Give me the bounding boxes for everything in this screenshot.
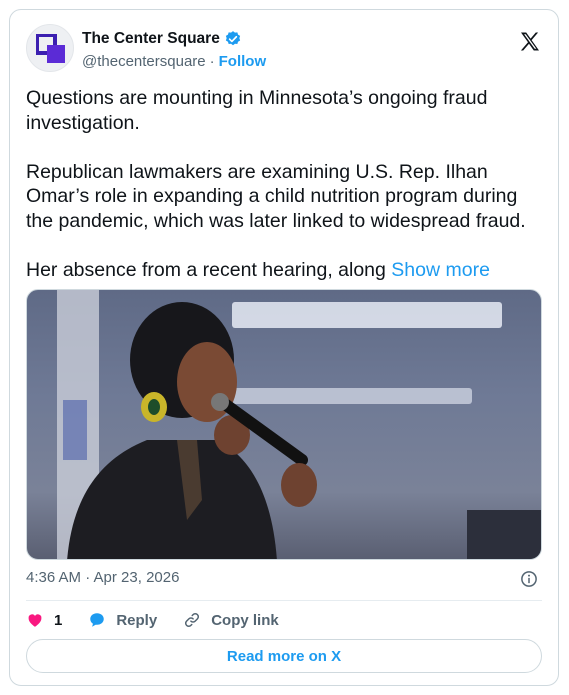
tweet-paragraph-2: Republican lawmakers are examining U.S. … [26, 160, 526, 232]
divider [26, 600, 542, 601]
tweet-timestamp[interactable]: 4:36 AM · Apr 23, 2026 [26, 569, 179, 586]
avatar[interactable] [26, 24, 74, 72]
like-count: 1 [54, 611, 63, 629]
follow-button[interactable]: Follow [219, 53, 267, 70]
reply-button[interactable]: Reply [88, 611, 157, 629]
info-icon[interactable] [520, 570, 538, 588]
x-logo-icon[interactable] [518, 30, 542, 54]
copy-link-button[interactable]: Copy link [183, 611, 279, 629]
author-handle[interactable]: @thecentersquare [82, 53, 206, 70]
tweet-paragraph-3: Her absence from a recent hearing, along [26, 258, 386, 281]
show-more-link[interactable]: Show more [391, 259, 490, 281]
author-names: The Center Square @thecentersquare · Fol… [82, 28, 266, 71]
tweet-text: Questions are mounting in Minnesota’s on… [26, 86, 546, 282]
link-icon [185, 612, 200, 628]
author-display-name[interactable]: The Center Square [82, 30, 220, 48]
reply-label: Reply [116, 611, 158, 629]
photo-speaker-image [57, 290, 541, 559]
copy-link-label: Copy link [211, 611, 279, 629]
tweet-paragraph-1: Questions are mounting in Minnesota’s on… [26, 87, 493, 134]
tweet-photo[interactable] [26, 289, 542, 560]
center-square-logo-icon [36, 34, 65, 63]
verified-badge-icon [225, 31, 240, 46]
action-bar: 1 Reply Copy link [26, 609, 305, 631]
timestamp-row: 4:36 AM · Apr 23, 2026 [26, 569, 542, 589]
like-button[interactable]: 1 [26, 611, 62, 629]
tweet-card: The Center Square @thecentersquare · Fol… [9, 9, 559, 686]
handle-separator: · [209, 52, 215, 70]
tweet-header: The Center Square @thecentersquare · Fol… [26, 24, 542, 76]
heart-icon [28, 614, 42, 627]
read-more-button[interactable]: Read more on X [26, 639, 542, 673]
reply-bubble-icon [90, 613, 105, 627]
